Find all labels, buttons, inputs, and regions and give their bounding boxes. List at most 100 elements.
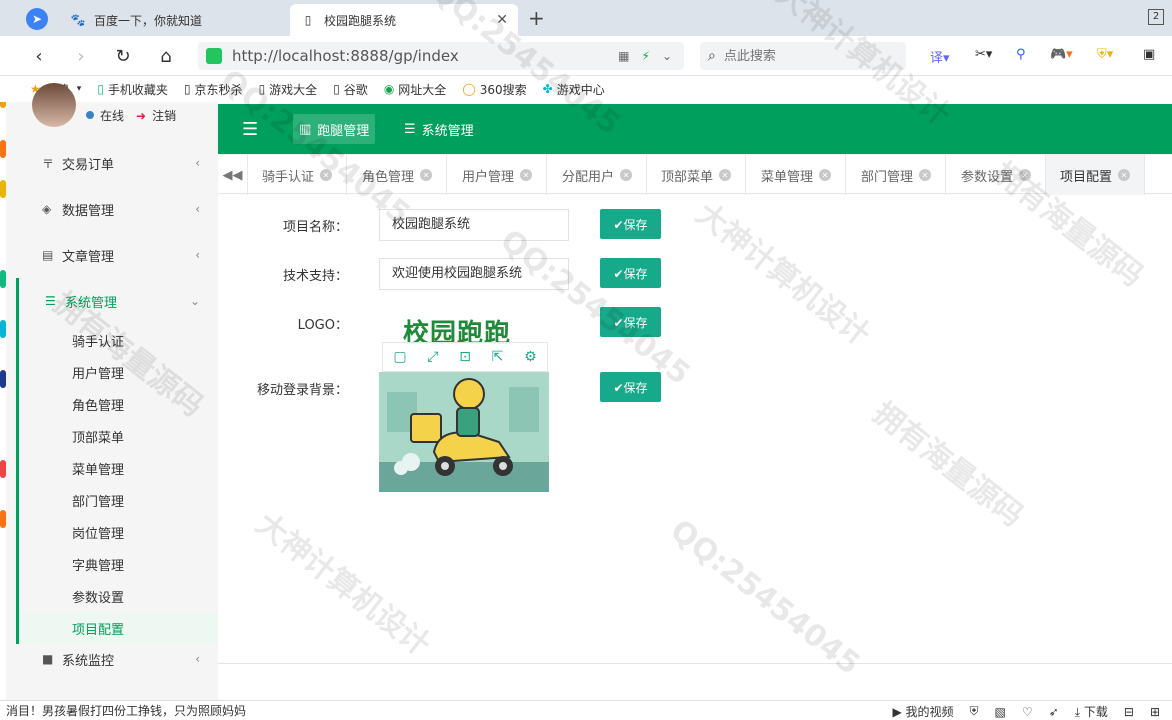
submenu-item[interactable]: 部门管理 — [19, 484, 218, 516]
bookmark-item[interactable]: ▯ 手机收藏夹 — [97, 81, 168, 98]
share-icon[interactable]: ⇱ — [492, 349, 504, 365]
scroll-left-icon[interactable]: ◀◀ — [218, 155, 248, 195]
close-icon[interactable]: ✕ — [420, 169, 433, 181]
crop-icon[interactable]: ▢ — [393, 349, 406, 365]
my-video-link[interactable]: ▶ 我的视频 — [892, 703, 953, 720]
tech-support-input[interactable]: 欢迎使用校园跑腿系统 — [379, 258, 569, 290]
close-icon[interactable]: ✕ — [919, 169, 932, 181]
browser-search-box[interactable]: ⌕ — [700, 42, 906, 70]
submenu-item[interactable]: 岗位管理 — [19, 516, 218, 548]
menu-icon[interactable]: ▣ — [1143, 47, 1155, 62]
hamburger-icon[interactable]: ☰ — [242, 119, 258, 140]
shield-status-icon[interactable]: ⛨ — [970, 704, 979, 719]
address-bar[interactable]: http://localhost:8888/gp/index ▦ ⚡ ⌄ — [198, 42, 684, 70]
submenu-item[interactable]: 顶部菜单 — [19, 420, 218, 452]
page-tab[interactable]: 骑手认证 ✕ — [248, 155, 348, 195]
shield-icon[interactable]: ⛨▾ — [1097, 47, 1113, 62]
logout-link[interactable]: ➜ 注销 — [136, 107, 176, 124]
page-tab[interactable]: 用户管理 ✕ — [448, 155, 548, 195]
page-tab[interactable]: 菜单管理 ✕ — [747, 155, 847, 195]
browser-tab-baidu[interactable]: 🐾 百度一下，你就知道 — [60, 4, 285, 36]
save-image-icon[interactable]: ⊡ — [459, 349, 471, 365]
page-tab[interactable]: 部门管理 ✕ — [847, 155, 947, 195]
topnav-system[interactable]: ☰ 系统管理 — [398, 114, 480, 144]
close-icon[interactable]: ✕ — [719, 169, 732, 181]
navigation-icon[interactable]: ➤ — [26, 8, 48, 30]
sidebar-item-data[interactable]: ◈ 数据管理 ‹ — [6, 186, 218, 232]
sidebar-item-monitor[interactable]: ■ 系统监控 ‹ — [6, 636, 218, 682]
bookmark-item[interactable]: ▯ 游戏大全 — [259, 81, 318, 98]
image-icon[interactable]: ▧ — [995, 705, 1006, 719]
save-mobile-bg-button[interactable]: ✔保存 — [600, 372, 661, 402]
save-project-name-button[interactable]: ✔保存 — [600, 209, 661, 239]
submenu-item[interactable]: 骑手认证 — [19, 324, 218, 356]
fullscreen-icon[interactable]: ⤢ — [427, 349, 438, 365]
bookmark-item[interactable]: ◉ 网址大全 — [384, 81, 447, 98]
bookmark-item[interactable]: ▯ 京东秒杀 — [184, 81, 243, 98]
page-tab[interactable]: 分配用户 ✕ — [548, 155, 648, 195]
tiles-icon[interactable]: ⊞ — [1150, 705, 1160, 719]
close-tab-icon[interactable]: ✕ — [496, 12, 508, 28]
submenu-item[interactable]: 用户管理 — [19, 356, 218, 388]
new-tab-button[interactable]: + — [528, 6, 545, 30]
window-icon[interactable]: ⊟ — [1124, 705, 1134, 719]
avatar — [32, 83, 76, 127]
sidebar-item-label: 系统管理 — [65, 295, 118, 311]
bookmark-item[interactable]: ◯ 360搜索 — [462, 81, 526, 98]
mobile-login-background-image[interactable] — [379, 372, 549, 492]
sidebar-item-system[interactable]: ☰ 系统管理 ⌄ — [19, 278, 218, 324]
gamepad-icon[interactable]: 🎮▾ — [1050, 47, 1073, 62]
sidebar-item-label: 系统监控 — [62, 653, 115, 669]
tab-count-badge[interactable]: 2 — [1148, 9, 1164, 25]
bookmark-item[interactable]: ✤ 游戏中心 — [543, 81, 605, 98]
download-link[interactable]: ⤓ 下载 — [1075, 703, 1108, 720]
submenu-item[interactable]: 字典管理 — [19, 548, 218, 580]
project-name-input[interactable]: 校园跑腿系统 — [379, 209, 569, 241]
page-tab-active[interactable]: 项目配置 ✕ — [1046, 155, 1146, 195]
page-tab[interactable]: 顶部菜单 ✕ — [647, 155, 747, 195]
sidebar-item-articles[interactable]: ▤ 文章管理 ‹ — [6, 232, 218, 278]
page-tab[interactable]: 参数设置 ✕ — [947, 155, 1047, 195]
magnifier-icon[interactable]: ⚲ — [1016, 47, 1026, 62]
sidebar-item-orders[interactable]: 〒 交易订单 ‹ — [6, 140, 218, 186]
close-icon[interactable]: ✕ — [520, 169, 533, 181]
orders-icon: 〒 — [42, 156, 55, 171]
translate-icon[interactable]: 译▾ — [930, 47, 950, 66]
rocket-icon[interactable]: ➶ — [1049, 705, 1059, 719]
browser-search-input[interactable] — [723, 48, 884, 64]
chevron-down-icon[interactable]: ⌄ — [662, 49, 672, 63]
scissors-icon[interactable]: ✂▾ — [975, 47, 992, 62]
bookmark-label: 360搜索 — [479, 82, 527, 97]
heart-icon[interactable]: ♡ — [1022, 705, 1033, 719]
reload-button[interactable]: ↻ — [112, 45, 134, 67]
globe-icon: ◉ — [383, 82, 395, 96]
app-header: ☰ ▥ 跑腿管理 ☰ 系统管理 — [218, 104, 1172, 154]
save-tech-support-button[interactable]: ✔保存 — [600, 258, 661, 288]
qr-icon[interactable]: ▦ — [618, 49, 629, 63]
close-icon[interactable]: ✕ — [1118, 169, 1131, 181]
page-tab[interactable]: 角色管理 ✕ — [348, 155, 448, 195]
bolt-icon[interactable]: ⚡ — [642, 49, 650, 63]
back-button[interactable]: ‹ — [28, 45, 50, 67]
logo-label: LOGO： — [297, 318, 348, 333]
topnav-errand[interactable]: ▥ 跑腿管理 — [293, 114, 376, 144]
close-icon[interactable]: ✕ — [1019, 169, 1032, 181]
bookmark-item[interactable]: ▯ 谷歌 — [333, 81, 368, 98]
news-ticker[interactable]: 消目！男孩暑假打四份工挣钱，只为照顾妈妈 — [6, 702, 246, 719]
forward-button[interactable]: › — [70, 45, 92, 67]
home-button[interactable]: ⌂ — [155, 45, 177, 67]
browser-toolbar: ‹ › ↻ ⌂ http://localhost:8888/gp/index ▦… — [0, 36, 1172, 76]
save-logo-button[interactable]: ✔保存 — [600, 307, 661, 337]
submenu-item[interactable]: 角色管理 — [19, 388, 218, 420]
settings-gear-icon[interactable]: ⚙ — [524, 349, 537, 365]
system-submenu-group: ☰ 系统管理 ⌄ 骑手认证 用户管理 角色管理 顶部菜单 菜单管理 部门管理 岗… — [16, 278, 218, 644]
submenu-item[interactable]: 菜单管理 — [19, 452, 218, 484]
close-icon[interactable]: ✕ — [620, 169, 633, 181]
close-icon[interactable]: ✕ — [320, 169, 333, 181]
content-footer-divider — [218, 663, 1172, 664]
submenu-item[interactable]: 参数设置 — [19, 580, 218, 612]
close-icon[interactable]: ✕ — [819, 169, 832, 181]
browser-tab-campus[interactable]: ▯ 校园跑腿系统 ✕ — [290, 4, 518, 36]
address-url[interactable]: http://localhost:8888/gp/index — [232, 47, 459, 65]
logout-icon: ➜ — [136, 108, 147, 123]
